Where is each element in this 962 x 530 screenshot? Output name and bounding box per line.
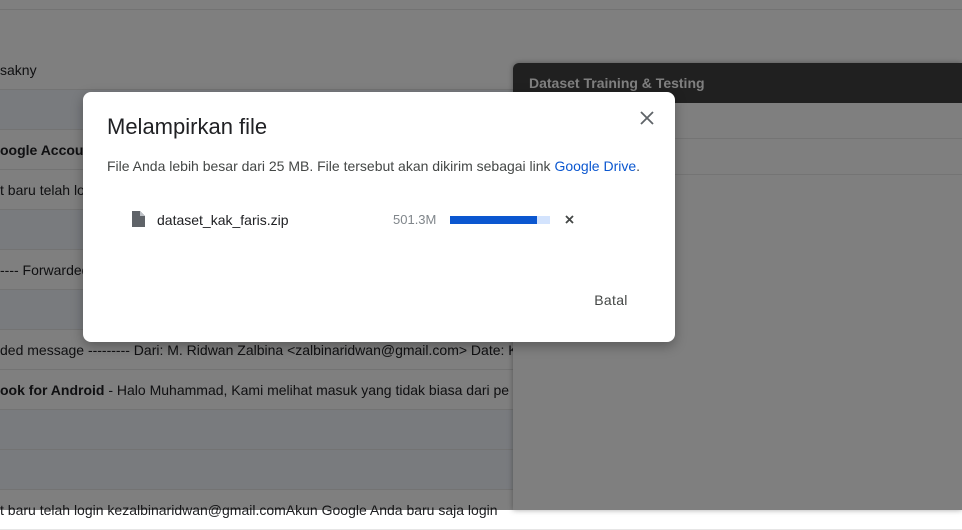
cancel-upload-button[interactable] (561, 211, 577, 227)
file-size: 501.3M (393, 212, 437, 227)
dialog-message-end: . (636, 158, 641, 174)
upload-progress-fill (450, 216, 537, 224)
cancel-button[interactable]: Batal (575, 286, 647, 314)
file-upload-row: dataset_kak_faris.zip 501.3M (131, 210, 574, 230)
attach-file-dialog: Melampirkan file File Anda lebih besar d… (83, 92, 675, 342)
upload-progress-bar (450, 216, 550, 224)
file-icon (132, 211, 145, 227)
close-button[interactable] (635, 106, 659, 130)
dialog-message-text: File Anda lebih besar dari 25 MB. File t… (107, 158, 555, 174)
dialog-title: Melampirkan file (107, 114, 268, 139)
file-name: dataset_kak_faris.zip (157, 212, 289, 228)
dialog-message: File Anda lebih besar dari 25 MB. File t… (107, 158, 640, 174)
google-drive-link[interactable]: Google Drive (554, 158, 636, 174)
close-icon (564, 214, 574, 224)
close-icon (640, 111, 654, 125)
